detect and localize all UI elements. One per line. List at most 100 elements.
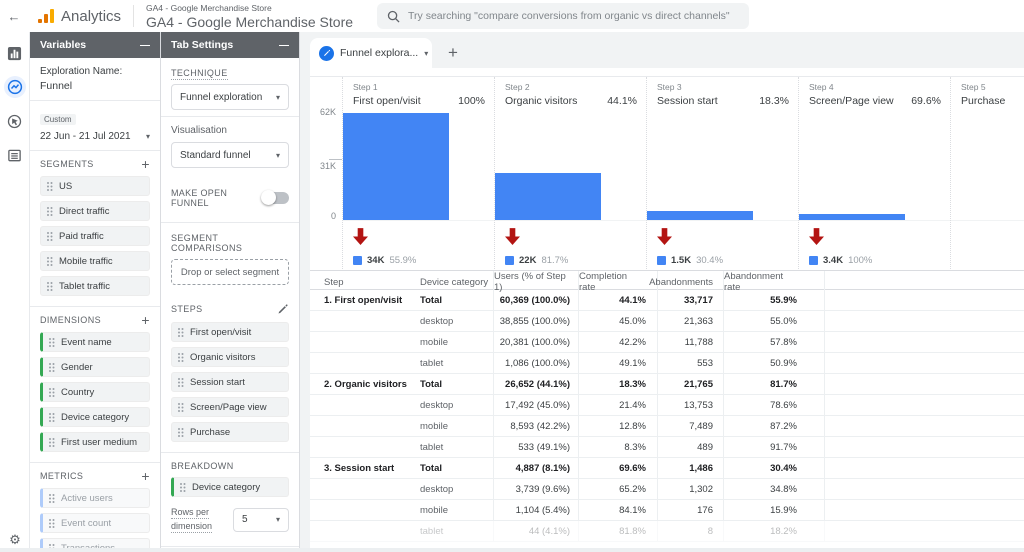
step-chip-label: Screen/Page view: [190, 402, 267, 413]
table-row: tablet533 (49.1%)8.3%48991.7%: [310, 437, 1024, 458]
add-tab-button[interactable]: +: [448, 43, 458, 68]
segment-chip[interactable]: Paid traffic: [40, 226, 150, 246]
cell-abandonments: 13,753: [657, 395, 723, 415]
table-row: desktop17,492 (45.0%)21.4%13,75378.6%: [310, 395, 1024, 416]
add-segment-icon[interactable]: +: [141, 159, 150, 169]
cell-device-category: mobile: [420, 332, 493, 352]
visualisation-label: Visualisation: [161, 125, 299, 136]
nav-advertising[interactable]: [4, 110, 26, 132]
dimension-chip[interactable]: First user medium: [40, 432, 150, 452]
cell-step: [310, 521, 420, 541]
step-chip[interactable]: Purchase: [171, 422, 289, 442]
segment-chip[interactable]: Direct traffic: [40, 201, 150, 221]
abandonment-annotation: 3.4K 100%: [799, 221, 950, 271]
drag-handle-icon: [46, 231, 54, 242]
date-range-block[interactable]: Custom 22 Jun - 21 Jul 2021 ▾: [30, 101, 160, 150]
cell-abandonments: 176: [657, 500, 723, 520]
visualisation-select[interactable]: Standard funnel ▾: [171, 142, 289, 168]
abandonment-rate: 100%: [848, 255, 872, 266]
minimize-variables-icon[interactable]: —: [140, 40, 150, 51]
nav-explore[interactable]: [4, 76, 26, 98]
dimension-chip[interactable]: Event name: [40, 332, 150, 352]
cell-step: [310, 353, 420, 373]
table-row: mobile8,593 (42.2%)12.8%7,48987.2%: [310, 416, 1024, 437]
exploration-name-block[interactable]: Exploration Name: Funnel: [30, 58, 160, 100]
cell-device-category: Total: [420, 290, 493, 310]
segment-chip[interactable]: Tablet traffic: [40, 276, 150, 296]
technique-select[interactable]: Funnel exploration ▾: [171, 84, 289, 110]
segment-drop-zone[interactable]: Drop or select segment: [171, 259, 289, 285]
cell-completion-rate: 42.2%: [578, 332, 657, 352]
back-arrow-icon[interactable]: ←: [0, 9, 28, 24]
cell-device-category: tablet: [420, 521, 493, 541]
tab-settings-header: Tab Settings —: [161, 32, 299, 58]
funnel-bar[interactable]: [343, 113, 449, 220]
metric-chip[interactable]: Event count: [40, 513, 150, 533]
cell-abandonment-rate: 81.7%: [723, 374, 825, 394]
cell-users: 44 (4.1%): [493, 521, 578, 541]
funnel-bar[interactable]: [495, 173, 601, 220]
technique-label: TECHNIQUE: [171, 68, 228, 80]
funnel-step-header: Step 2 Organic visitors 44.1%: [495, 77, 646, 111]
step-name: Screen/Page view: [809, 95, 894, 107]
legend-color-swatch: [809, 256, 818, 265]
metric-chip[interactable]: Active users: [40, 488, 150, 508]
steps-list: First open/visit Organic visitors Sessio…: [161, 322, 299, 442]
drag-handle-icon: [48, 362, 56, 373]
segment-chip[interactable]: Mobile traffic: [40, 251, 150, 271]
chevron-down-icon: ▾: [276, 93, 280, 102]
abandonment-arrow-icon: [809, 228, 824, 245]
make-open-funnel-toggle[interactable]: [263, 192, 289, 204]
step-chip[interactable]: Screen/Page view: [171, 397, 289, 417]
drag-handle-icon: [46, 281, 54, 292]
cell-filler: [825, 311, 1024, 331]
cell-device-category: desktop: [420, 395, 493, 415]
tab-funnel-exploration[interactable]: Funnel explora... ▾: [310, 38, 432, 68]
dimension-chip[interactable]: Country: [40, 382, 150, 402]
cell-completion-rate: 65.2%: [578, 479, 657, 499]
cell-filler: [825, 332, 1024, 352]
cell-filler: [825, 500, 1024, 520]
rows-per-dimension-label: Rows per dimension: [171, 507, 212, 533]
step-name: Purchase: [961, 95, 1005, 107]
exploration-canvas: 62K 31K 0 Step 1 First open/visit 100% 3…: [310, 68, 1024, 552]
add-metric-icon[interactable]: +: [141, 471, 150, 481]
cell-step: [310, 332, 420, 352]
dimension-chip[interactable]: Device category: [40, 407, 150, 427]
step-chip[interactable]: Session start: [171, 372, 289, 392]
cell-abandonment-rate: 57.8%: [723, 332, 825, 352]
cell-step: 2. Organic visitors: [310, 374, 420, 394]
search-bar[interactable]: [377, 3, 749, 29]
nav-reports[interactable]: [4, 42, 26, 64]
segment-chip-label: Direct traffic: [59, 206, 110, 217]
property-block[interactable]: GA4 - Google Merchandise Store GA4 - Goo…: [146, 3, 353, 30]
rows-per-dimension-select[interactable]: 5 ▾: [233, 508, 289, 532]
cell-device-category: tablet: [420, 437, 493, 457]
dimension-chip[interactable]: Gender: [40, 357, 150, 377]
steps-section: STEPS First open/visit Organic visitors: [161, 295, 299, 452]
bottom-scroll-strip[interactable]: [0, 548, 1024, 552]
gear-icon[interactable]: ⚙: [0, 532, 30, 548]
segment-chip[interactable]: US: [40, 176, 150, 196]
drag-handle-icon: [48, 493, 56, 504]
exploration-name-value[interactable]: Funnel: [40, 80, 150, 92]
cell-abandonment-rate: 50.9%: [723, 353, 825, 373]
funnel-step-column: Step 2 Organic visitors 44.1% 22K 81.7%: [494, 77, 646, 271]
minimize-tab-settings-icon[interactable]: —: [279, 40, 289, 51]
breakdown-chip[interactable]: Device category: [171, 477, 289, 497]
edit-steps-pencil-icon[interactable]: [277, 303, 289, 315]
abandonment-rate: 81.7%: [541, 255, 568, 266]
funnel-plot-cell: [343, 111, 494, 221]
funnel-bar[interactable]: [647, 211, 753, 220]
funnel-bar[interactable]: [799, 214, 905, 220]
date-range-value[interactable]: 22 Jun - 21 Jul 2021: [40, 131, 131, 142]
cell-users: 3,739 (9.6%): [493, 479, 578, 499]
step-chip[interactable]: First open/visit: [171, 322, 289, 342]
add-dimension-icon[interactable]: +: [141, 315, 150, 325]
cell-filler: [825, 374, 1024, 394]
nav-library[interactable]: [4, 144, 26, 166]
steps-label: STEPS: [171, 304, 203, 314]
step-chip[interactable]: Organic visitors: [171, 347, 289, 367]
cell-step: [310, 416, 420, 436]
search-input[interactable]: [408, 10, 739, 22]
